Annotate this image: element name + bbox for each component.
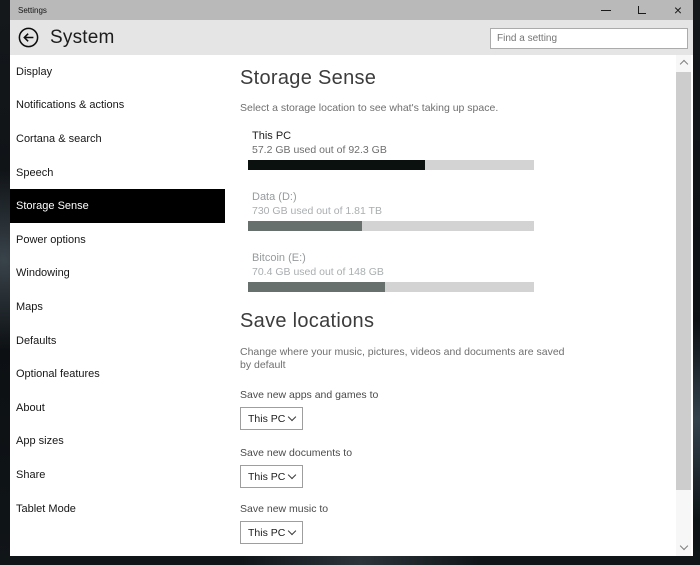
drive-row-bitcoin-e[interactable]: Bitcoin (E:) 70.4 GB used out of 148 GB bbox=[248, 252, 534, 292]
selector-label: Save new documents to bbox=[240, 447, 352, 459]
drive-usage: 730 GB used out of 1.81 TB bbox=[248, 205, 534, 217]
save-apps-games-dropdown[interactable]: This PC bbox=[240, 407, 303, 430]
sidebar-item-optional-features[interactable]: Optional features bbox=[10, 357, 225, 391]
save-locations-title: Save locations bbox=[240, 310, 374, 333]
drive-usage-fill bbox=[248, 160, 425, 170]
main-panel: Storage Sense Select a storage location … bbox=[240, 55, 667, 556]
drive-usage-bar bbox=[248, 160, 534, 170]
sidebar: Display Notifications & actions Cortana … bbox=[10, 55, 225, 556]
save-locations-description: Change where your music, pictures, video… bbox=[240, 346, 575, 372]
save-apps-games-selector: Save new apps and games to This PC bbox=[240, 389, 378, 430]
sidebar-item-power-options[interactable]: Power options bbox=[10, 223, 225, 257]
settings-window: Settings × System Display Notifications … bbox=[10, 0, 693, 556]
search-input[interactable] bbox=[490, 28, 688, 49]
sidebar-item-share[interactable]: Share bbox=[10, 458, 225, 492]
drive-row-this-pc[interactable]: This PC 57.2 GB used out of 92.3 GB bbox=[248, 130, 534, 170]
sidebar-item-defaults[interactable]: Defaults bbox=[10, 324, 225, 358]
page-header: System bbox=[10, 20, 693, 55]
sidebar-item-tablet-mode[interactable]: Tablet Mode bbox=[10, 492, 225, 526]
sidebar-item-speech[interactable]: Speech bbox=[10, 156, 225, 190]
dropdown-value: This PC bbox=[248, 527, 285, 539]
close-icon: × bbox=[674, 3, 682, 17]
sidebar-item-notifications-actions[interactable]: Notifications & actions bbox=[10, 89, 225, 123]
dropdown-value: This PC bbox=[248, 413, 285, 425]
drive-name: Bitcoin (E:) bbox=[248, 252, 534, 264]
maximize-icon bbox=[638, 6, 646, 14]
storage-sense-description: Select a storage location to see what's … bbox=[240, 102, 498, 114]
selector-label: Save new music to bbox=[240, 503, 328, 515]
drive-usage: 70.4 GB used out of 148 GB bbox=[248, 266, 534, 278]
chevron-down-icon bbox=[679, 541, 687, 549]
page-title: System bbox=[50, 27, 115, 49]
drive-name: This PC bbox=[248, 130, 534, 142]
sidebar-item-display[interactable]: Display bbox=[10, 55, 225, 89]
drive-usage-bar bbox=[248, 221, 534, 231]
chevron-up-icon bbox=[679, 60, 687, 68]
drive-name: Data (D:) bbox=[248, 191, 534, 203]
drive-usage-fill bbox=[248, 282, 385, 292]
chevron-down-icon bbox=[288, 471, 296, 479]
chevron-down-icon bbox=[288, 413, 296, 421]
drive-usage-bar bbox=[248, 282, 534, 292]
desktop-background: Settings × System Display Notifications … bbox=[0, 0, 700, 565]
sidebar-item-app-sizes[interactable]: App sizes bbox=[10, 425, 225, 459]
sidebar-item-windowing[interactable]: Windowing bbox=[10, 257, 225, 291]
save-documents-dropdown[interactable]: This PC bbox=[240, 465, 303, 488]
chevron-down-icon bbox=[288, 527, 296, 535]
drive-row-data-d[interactable]: Data (D:) 730 GB used out of 1.81 TB bbox=[248, 191, 534, 231]
scroll-up-button[interactable] bbox=[676, 55, 691, 70]
scroll-down-button[interactable] bbox=[676, 539, 691, 554]
vertical-scrollbar[interactable] bbox=[676, 55, 691, 556]
titlebar[interactable]: Settings × bbox=[10, 0, 693, 20]
scrollbar-thumb[interactable] bbox=[676, 72, 691, 490]
maximize-button[interactable] bbox=[635, 3, 649, 17]
window-title: Settings bbox=[18, 6, 47, 15]
content-area: Display Notifications & actions Cortana … bbox=[10, 55, 693, 556]
dropdown-value: This PC bbox=[248, 471, 285, 483]
drive-list: This PC 57.2 GB used out of 92.3 GB Data… bbox=[248, 130, 534, 313]
drive-usage-fill bbox=[248, 221, 362, 231]
sidebar-item-cortana-search[interactable]: Cortana & search bbox=[10, 122, 225, 156]
save-music-dropdown[interactable]: This PC bbox=[240, 521, 303, 544]
sidebar-item-about[interactable]: About bbox=[10, 391, 225, 425]
selector-label: Save new apps and games to bbox=[240, 389, 378, 401]
back-button[interactable] bbox=[18, 27, 39, 48]
save-documents-selector: Save new documents to This PC bbox=[240, 447, 352, 488]
close-button[interactable]: × bbox=[671, 3, 685, 17]
sidebar-item-maps[interactable]: Maps bbox=[10, 290, 225, 324]
minimize-icon bbox=[601, 10, 611, 11]
window-controls: × bbox=[599, 0, 685, 20]
minimize-button[interactable] bbox=[599, 3, 613, 17]
storage-sense-title: Storage Sense bbox=[240, 67, 376, 90]
drive-usage: 57.2 GB used out of 92.3 GB bbox=[248, 144, 534, 156]
sidebar-item-storage-sense[interactable]: Storage Sense bbox=[10, 189, 225, 223]
save-music-selector: Save new music to This PC bbox=[240, 503, 328, 544]
